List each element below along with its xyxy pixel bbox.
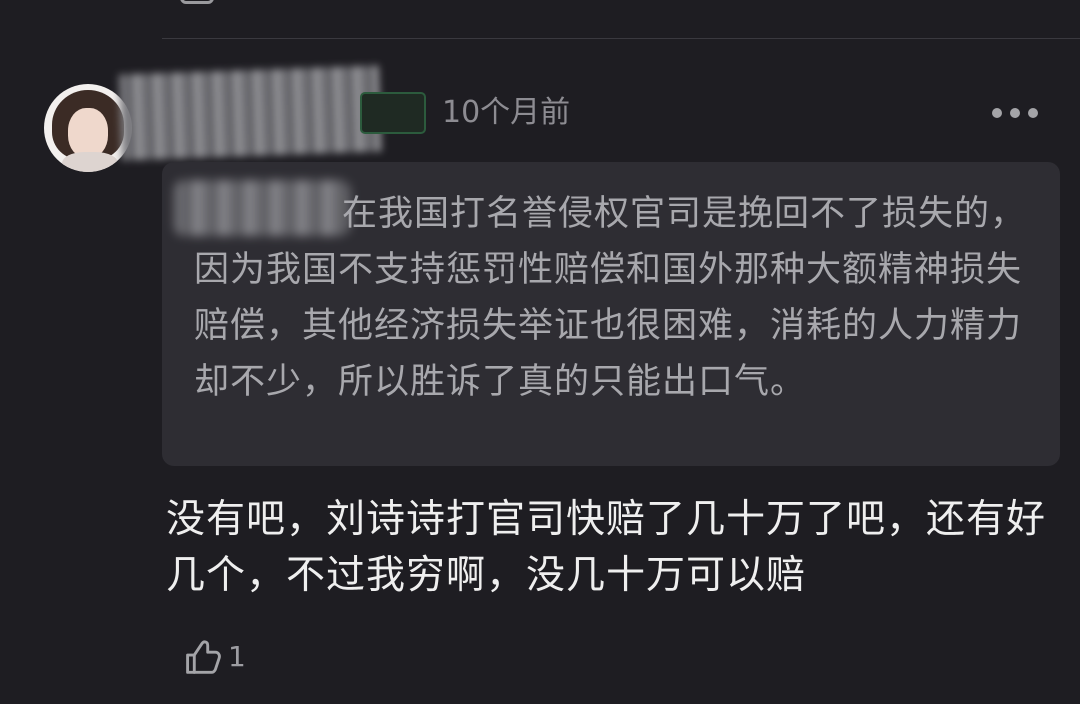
- user-badge: [360, 92, 426, 134]
- quoted-comment-text: 在我国打名誉侵权官司是挽回不了损失的，因为我国不支持惩罚性赔偿和国外那种大额精神…: [194, 194, 1027, 402]
- reply-text: 没有吧，刘诗诗打官司快赔了几十万了吧，还有好几个，不过我穷啊，没几十万可以赔: [166, 497, 1047, 598]
- avatar-shoulder: [62, 152, 118, 172]
- more-icon[interactable]: [992, 108, 1038, 120]
- blurred-username: [118, 65, 382, 161]
- more-dot: [1028, 108, 1038, 118]
- quoted-comment: 在我国打名誉侵权官司是挽回不了损失的，因为我国不支持惩罚性赔偿和国外那种大额精神…: [162, 162, 1060, 466]
- comment-time: 10个月前: [442, 95, 571, 130]
- avatar-face: [68, 108, 108, 158]
- more-dot: [992, 108, 1002, 118]
- like-icon[interactable]: [178, 634, 224, 680]
- like-count: 1: [228, 640, 246, 673]
- box-icon: [180, 0, 214, 4]
- more-dot: [1010, 108, 1020, 118]
- divider: [162, 38, 1080, 39]
